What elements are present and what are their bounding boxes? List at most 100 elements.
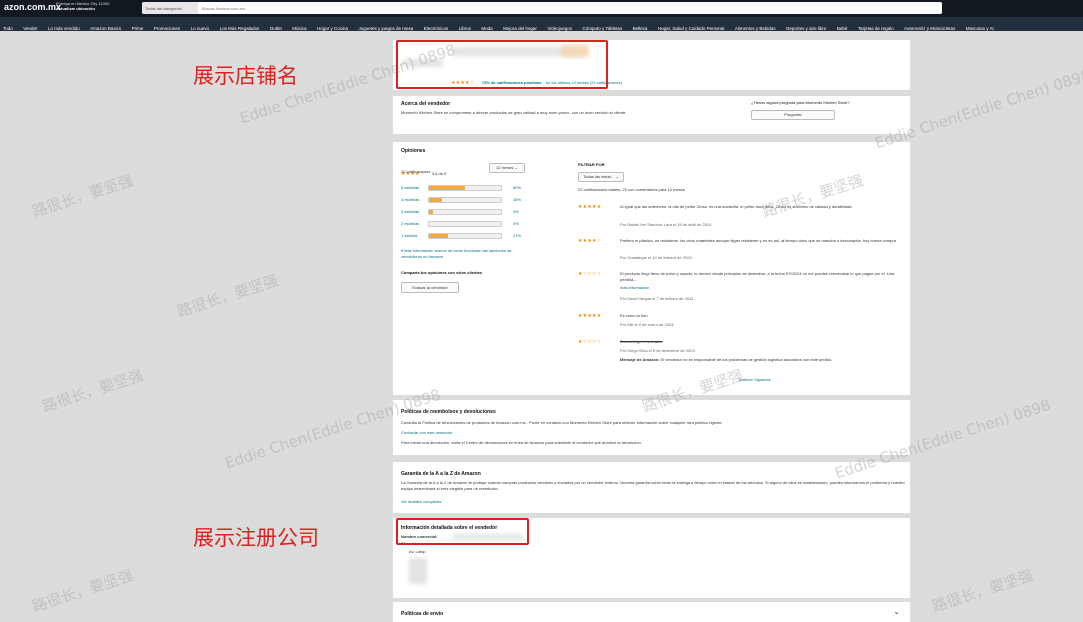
nav-item[interactable]: Cómputo y Tabletas xyxy=(583,22,623,31)
histogram-fill xyxy=(429,234,449,238)
review-author: Por Guadalupe el 10 de febrero de 2024. xyxy=(620,255,693,260)
reviews-title: Opiniones xyxy=(401,148,426,154)
chevron-down-icon: ⌄ xyxy=(514,165,518,170)
refunds-line-2: Para iniciar una devolución, visita el C… xyxy=(401,440,642,445)
histogram-label: 2 estrellas xyxy=(401,221,420,226)
review-more-link[interactable]: más información xyxy=(620,285,649,291)
histogram-row[interactable]: 4 estrellas 18% xyxy=(401,196,541,204)
nav-item[interactable]: Automotriz y Motocicletas xyxy=(904,22,955,31)
review-stars-icon: ★★★★☆ xyxy=(578,238,602,244)
nav-item[interactable]: Alimentos y Bebidas xyxy=(735,22,776,31)
watermark: 路很长，要坚强 xyxy=(174,271,281,321)
filter-select-value: Todas las estrel... xyxy=(583,174,615,179)
nav-item[interactable]: Vender xyxy=(23,22,37,31)
histogram-label: 3 estrellas xyxy=(401,209,420,214)
nav-item[interactable]: Promociones xyxy=(154,22,180,31)
nav-item[interactable]: Libros xyxy=(459,22,471,31)
amazon-logo[interactable]: azon.com.mx xyxy=(4,2,61,12)
nav-item[interactable]: Tarjetas de regalo xyxy=(858,22,894,31)
histogram-label: 4 estrellas xyxy=(401,197,420,202)
reviews-summary: 22 calificaciones totales, 22 con coment… xyxy=(578,187,685,192)
histogram-track xyxy=(428,233,502,239)
period-select[interactable]: 12 meses ⌄ xyxy=(489,163,525,173)
chevron-down-icon[interactable]: ⌄ xyxy=(893,607,900,616)
nav-item[interactable]: Música xyxy=(292,22,306,31)
response-label: Mensaje de Amazon: xyxy=(620,357,660,362)
nav-item[interactable]: Hogar, Salud y Cuidado Personal xyxy=(658,22,725,31)
nav-item[interactable]: Videojuegos xyxy=(547,22,572,31)
filter-select[interactable]: Todas las estrel... ⌄ xyxy=(578,172,624,182)
nav-item[interactable]: Outlet xyxy=(270,22,282,31)
about-title: Acerca del vendedor xyxy=(401,101,451,107)
shipping-title: Políticas de envío xyxy=(401,611,444,617)
histogram-fill xyxy=(429,198,442,202)
nav-item[interactable]: Prime xyxy=(132,22,144,31)
nav-item[interactable]: Los Más Regalados xyxy=(220,22,260,31)
histogram-percent: 0% xyxy=(513,221,519,226)
nav-item[interactable]: Lo nuevo xyxy=(191,22,210,31)
histogram-percent: 50% xyxy=(513,185,522,190)
chevron-down-icon: ⌄ xyxy=(615,174,619,179)
address-line: Av. Lafup xyxy=(409,549,426,554)
nav-item[interactable]: Moda xyxy=(481,22,492,31)
review-stars-icon: ★★★★★ xyxy=(578,313,602,319)
refunds-line-1: Consulta la Política de devoluciones de … xyxy=(401,420,723,425)
review-stars-icon: ★★★★★ xyxy=(578,204,602,210)
histogram-percent: 5% xyxy=(513,209,519,214)
review-stars-icon: ★☆☆☆☆ xyxy=(578,271,602,277)
review-stars-icon: ★☆☆☆☆ xyxy=(578,339,602,345)
nav-item[interactable]: Hogar y Cocina xyxy=(317,22,348,31)
histogram-row[interactable]: 5 estrellas 50% xyxy=(401,184,541,192)
about-text: Momento Kitchen Store se compromete a of… xyxy=(401,110,627,115)
more-info-link[interactable]: ▾ Más información acerca de cómo funcion… xyxy=(401,248,531,260)
nav-item[interactable]: Amazon Basics xyxy=(90,22,121,31)
guarantee-panel: Garantía de la A a la Z de Amazon La Gar… xyxy=(393,462,910,513)
nav-item[interactable]: Lo más vendido xyxy=(48,22,80,31)
histogram-track xyxy=(428,221,502,227)
deliver-line-2: Actualizar ubicación xyxy=(56,6,95,11)
histogram-label: 1 estrella xyxy=(401,233,418,238)
nav-item[interactable]: Juguetes y juegos de mesa xyxy=(358,22,413,31)
address-redacted xyxy=(409,558,427,584)
review-author: Por Diego Silva el 5 de diciembre de 202… xyxy=(620,348,696,353)
about-seller-panel: Acerca del vendedor Momento Kitchen Stor… xyxy=(393,96,910,134)
guarantee-text: La Garantía de la A a la Z de Amazon te … xyxy=(401,480,905,491)
histogram-label: 5 estrellas xyxy=(401,185,420,190)
nav-item[interactable]: Mejora del hogar xyxy=(503,22,537,31)
nav-item[interactable]: Bebé xyxy=(837,22,848,31)
histogram-row[interactable]: 2 estrellas 0% xyxy=(401,220,541,228)
guarantee-details-link[interactable]: Ver detalles completos xyxy=(401,499,441,505)
filter-title: FILTRAR POR xyxy=(578,162,605,167)
histogram-row[interactable]: 3 estrellas 5% xyxy=(401,208,541,216)
contact-seller-link[interactable]: Contactar con este vendedor xyxy=(401,430,452,436)
review-text: Es como la foto xyxy=(620,313,648,318)
deliver-location[interactable]: Entrega en Mexico City 11000 Actualizar … xyxy=(56,1,109,11)
histogram-track xyxy=(428,185,502,191)
period-select-value: 12 meses xyxy=(496,165,514,170)
nav-item[interactable]: Belleza xyxy=(633,22,648,31)
search-category-select[interactable]: Todas las categorías xyxy=(142,2,198,14)
histogram-fill xyxy=(429,210,433,214)
search-input[interactable] xyxy=(202,6,402,11)
search-bar: Todas las categorías xyxy=(142,2,942,14)
review-author: Por Rafael Ver Sánchez Lara el 19 de abr… xyxy=(620,222,713,227)
more-info-text: Más información acerca de cómo funcionan… xyxy=(401,248,512,259)
nav-item[interactable]: Deportes y aire libre xyxy=(786,22,826,31)
watermark: 路很长，要坚强 xyxy=(29,566,136,616)
guarantee-title: Garantía de la A a la Z de Amazon xyxy=(401,471,481,477)
nav-item[interactable]: Electrónicos xyxy=(424,22,449,31)
histogram-percent: 18% xyxy=(513,197,522,202)
evaluate-seller-button[interactable]: Evaluar al vendedor xyxy=(401,282,459,293)
review-author: Por Mili el 9 de enero de 2024. xyxy=(620,322,675,327)
ask-button[interactable]: Preguntar xyxy=(751,110,835,120)
top-bar: azon.com.mx Entrega en Mexico City 11000… xyxy=(0,0,1083,17)
shipping-panel[interactable]: Políticas de envío ⌄ xyxy=(393,602,910,622)
histogram-row[interactable]: 1 estrella 27% xyxy=(401,232,541,240)
nav-bar: Todo Vender Lo más vendido Amazon Basics… xyxy=(0,17,1083,31)
histogram-track xyxy=(428,197,502,203)
share-title: Comparte tus opiniones con otros cliente… xyxy=(401,270,483,275)
company-annotation: 展示注册公司 xyxy=(193,526,319,550)
nav-item[interactable]: Mascotas y Ar xyxy=(966,22,994,31)
nav-item[interactable]: Todo xyxy=(3,22,13,31)
amazon-response: Mensaje de Amazon: El vendedor no es res… xyxy=(620,357,905,363)
